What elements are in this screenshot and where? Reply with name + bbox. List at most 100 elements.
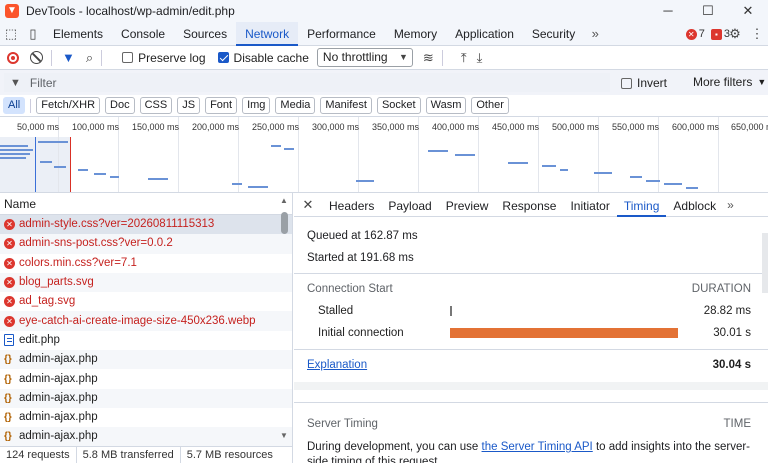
- request-row[interactable]: {} admin-ajax.php: [0, 427, 292, 446]
- more-filters-dropdown[interactable]: More filters ▼: [693, 75, 766, 89]
- filter-input[interactable]: ▼ Filter: [4, 73, 610, 92]
- load-event-marker: [70, 137, 71, 192]
- chip-manifest[interactable]: Manifest: [320, 97, 372, 114]
- chip-wasm[interactable]: Wasm: [425, 97, 467, 114]
- request-row[interactable]: ✕ eye-catch-ai-create-image-size-450x236.…: [0, 311, 292, 331]
- tab-security[interactable]: Security: [523, 22, 584, 46]
- explanation-link[interactable]: Explanation: [307, 359, 367, 371]
- device-toolbar-icon[interactable]: ▯: [22, 23, 44, 45]
- tab-console[interactable]: Console: [112, 22, 174, 46]
- issue-icon: ▪: [710, 28, 722, 40]
- more-options-icon[interactable]: ⋮: [746, 23, 768, 45]
- overview-tick: 100,000 ms: [72, 122, 120, 132]
- name-column-header[interactable]: Name: [0, 193, 292, 215]
- chip-fetch-xhr[interactable]: Fetch/XHR: [36, 97, 101, 114]
- duration-heading: DURATION: [691, 283, 751, 295]
- scroll-down-icon[interactable]: ▼: [280, 431, 288, 440]
- request-row[interactable]: {} admin-ajax.php: [0, 408, 292, 427]
- filter-funnel-icon[interactable]: ▼: [62, 50, 75, 65]
- tab-initiator[interactable]: Initiator: [563, 193, 616, 217]
- xhr-braces-icon: {}: [4, 373, 12, 385]
- search-icon[interactable]: ⌕: [86, 50, 93, 66]
- request-row[interactable]: {} admin-ajax.php: [0, 369, 292, 388]
- network-conditions-wifi-icon[interactable]: ≋: [423, 50, 434, 66]
- overview-tick: 300,000 ms: [312, 122, 360, 132]
- inspect-element-icon[interactable]: ⬚: [0, 23, 22, 45]
- document-icon: [4, 334, 14, 347]
- window-title: DevTools - localhost/wp-admin/edit.php: [26, 4, 235, 18]
- chip-css[interactable]: CSS: [139, 97, 173, 114]
- chip-js[interactable]: JS: [177, 97, 201, 114]
- request-row[interactable]: ✕ blog_parts.svg: [0, 272, 292, 293]
- overview-tick: 450,000 ms: [492, 122, 540, 132]
- queued-at: Queued at 162.87 ms: [307, 230, 418, 242]
- detail-tabs: ✕ Headers Payload Preview Response Initi…: [294, 193, 768, 217]
- title-bar: ▼ DevTools - localhost/wp-admin/edit.php…: [0, 0, 768, 22]
- initial-connection-value: 30.01 s: [713, 327, 751, 339]
- more-tabs-chevron-icon[interactable]: »: [723, 198, 738, 212]
- close-window-button[interactable]: ✕: [728, 0, 768, 22]
- tab-response[interactable]: Response: [495, 193, 563, 217]
- tab-network[interactable]: Network: [236, 21, 299, 46]
- tab-preview[interactable]: Preview: [439, 193, 496, 217]
- stalled-value: 28.82 ms: [703, 305, 751, 317]
- request-row[interactable]: ✕ ad_tag.svg: [0, 292, 292, 311]
- request-row[interactable]: ✕ admin-sns-post.css?ver=0.0.2: [0, 234, 292, 254]
- error-icon: ✕: [685, 28, 697, 40]
- throttling-select[interactable]: No throttling ▼: [316, 48, 413, 67]
- chip-other[interactable]: Other: [471, 97, 509, 114]
- minimize-button[interactable]: ─: [648, 0, 688, 22]
- tab-application[interactable]: Application: [446, 22, 523, 46]
- clear-icon[interactable]: [30, 51, 43, 64]
- disable-cache-checkbox[interactable]: Disable cache: [217, 51, 309, 65]
- detail-scrollbar[interactable]: [762, 233, 768, 293]
- tab-timing[interactable]: Timing: [616, 193, 667, 217]
- network-overview-timeline[interactable]: 50,000 ms 100,000 ms 150,000 ms 200,000 …: [0, 117, 768, 193]
- maximize-button[interactable]: ☐: [688, 0, 728, 22]
- stalled-label: Stalled: [318, 305, 354, 317]
- tab-elements[interactable]: Elements: [44, 22, 112, 46]
- close-detail-icon[interactable]: ✕: [294, 197, 322, 213]
- initial-connection-label: Initial connection: [318, 327, 404, 339]
- chip-doc[interactable]: Doc: [105, 97, 135, 114]
- tab-sources[interactable]: Sources: [174, 22, 236, 46]
- resources-size: 5.7 MB resources: [186, 449, 273, 461]
- error-count[interactable]: ✕ 7: [685, 28, 705, 40]
- request-row[interactable]: edit.php: [0, 331, 292, 350]
- tab-performance[interactable]: Performance: [298, 22, 385, 46]
- import-har-upload-icon[interactable]: ⤒: [461, 50, 467, 66]
- xhr-braces-icon: {}: [4, 354, 12, 366]
- preserve-log-checkbox[interactable]: Preserve log: [122, 51, 206, 65]
- server-timing-api-link[interactable]: the Server Timing API: [482, 441, 593, 453]
- total-duration: 30.04 s: [712, 359, 751, 371]
- chip-font[interactable]: Font: [205, 97, 238, 114]
- server-timing-heading: Server Timing: [307, 418, 378, 430]
- request-row[interactable]: ✕ colors.min.css?ver=7.1: [0, 254, 292, 273]
- export-har-download-icon[interactable]: ⤓: [477, 50, 483, 66]
- network-status-bar: 124 requests 5.8 MB transferred 5.7 MB r…: [0, 446, 293, 463]
- error-icon: ✕: [4, 238, 15, 250]
- request-row[interactable]: {} admin-ajax.php: [0, 350, 292, 370]
- tab-memory[interactable]: Memory: [385, 22, 446, 46]
- chip-all[interactable]: All: [3, 97, 26, 114]
- more-tabs-chevron-icon[interactable]: »: [584, 26, 606, 41]
- settings-gear-icon[interactable]: ⚙: [724, 23, 746, 45]
- chip-img[interactable]: Img: [242, 97, 271, 114]
- scroll-up-icon[interactable]: ▲: [280, 196, 288, 205]
- invert-checkbox[interactable]: Invert: [621, 76, 667, 90]
- requests-scrollbar[interactable]: [281, 212, 288, 234]
- devtools-main-tabs: ⬚ ▯ Elements Console Sources Network Per…: [0, 21, 768, 46]
- tab-headers[interactable]: Headers: [322, 193, 381, 217]
- request-row[interactable]: {} admin-ajax.php: [0, 388, 292, 408]
- network-toolbar: ▼ ⌕ Preserve log Disable cache No thrott…: [0, 46, 768, 70]
- started-at: Started at 191.68 ms: [307, 252, 414, 264]
- chip-media[interactable]: Media: [275, 97, 316, 114]
- tab-payload[interactable]: Payload: [381, 193, 438, 217]
- tab-adblock[interactable]: Adblock: [666, 193, 723, 217]
- request-detail-pane: ✕ Headers Payload Preview Response Initi…: [294, 193, 768, 463]
- caret-down-icon: ▼: [757, 77, 767, 87]
- time-heading: TIME: [723, 418, 751, 430]
- chip-socket[interactable]: Socket: [376, 97, 421, 114]
- request-row[interactable]: ✕ admin-style.css?ver=20260811115313: [0, 215, 292, 235]
- record-button[interactable]: [7, 51, 19, 64]
